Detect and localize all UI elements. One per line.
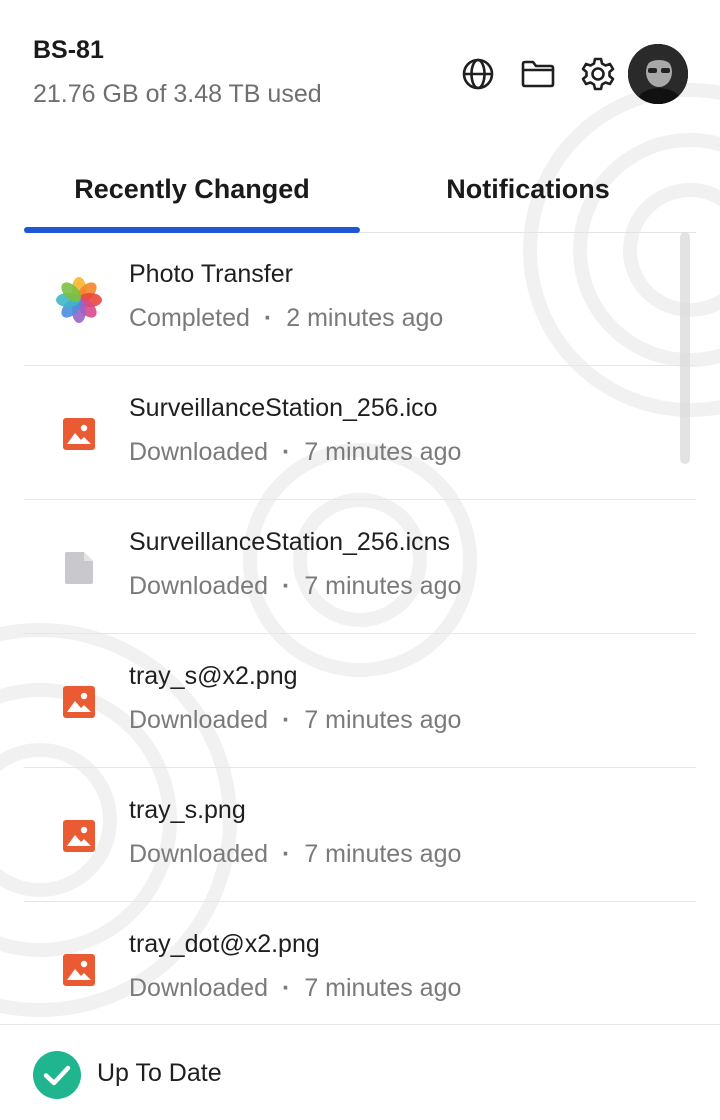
tab-label: Recently Changed (74, 173, 310, 204)
storage-usage: 21.76 GB of 3.48 TB used (33, 80, 322, 108)
item-meta: Downloaded · 7 minutes ago (129, 974, 461, 1003)
item-meta: Downloaded · 7 minutes ago (129, 438, 461, 467)
header: BS-81 21.76 GB of 3.48 TB used (0, 0, 720, 140)
image-file-icon (54, 409, 104, 459)
footer-status-bar: Up To Date (0, 1024, 720, 1120)
list-item[interactable]: tray_s@x2.png Downloaded · 7 minutes ago (24, 634, 696, 768)
list-scrollbar[interactable] (680, 232, 690, 464)
separator-dot: · (282, 974, 291, 1002)
item-time: 7 minutes ago (304, 706, 462, 734)
list-item[interactable]: tray_s.png Downloaded · 7 minutes ago (24, 768, 696, 902)
item-status: Completed (129, 304, 250, 332)
item-meta: Downloaded · 7 minutes ago (129, 840, 461, 869)
photos-app-icon (54, 275, 104, 325)
item-time: 7 minutes ago (304, 438, 462, 466)
item-time: 7 minutes ago (304, 840, 462, 868)
list-item[interactable]: Photo Transfer Completed · 2 minutes ago (24, 232, 696, 366)
globe-icon[interactable] (448, 44, 508, 104)
item-status: Downloaded (129, 438, 268, 466)
recent-changes-list: Photo Transfer Completed · 2 minutes ago S… (24, 232, 696, 1024)
generic-file-icon (54, 543, 104, 593)
item-title: Photo Transfer (129, 260, 293, 288)
item-time: 2 minutes ago (286, 304, 444, 332)
tab-recently-changed[interactable]: Recently Changed (24, 150, 360, 233)
folder-icon[interactable] (508, 44, 568, 104)
check-circle-icon (33, 1051, 81, 1099)
user-avatar[interactable] (628, 44, 688, 104)
image-file-icon (54, 677, 104, 727)
item-status: Downloaded (129, 706, 268, 734)
separator-dot: · (282, 840, 291, 868)
image-file-icon (54, 945, 104, 995)
item-meta: Completed · 2 minutes ago (129, 304, 443, 333)
device-name: BS-81 (33, 36, 104, 64)
item-title: SurveillanceStation_256.icns (129, 528, 451, 556)
item-title: tray_dot@x2.png (129, 930, 320, 958)
gear-icon[interactable] (568, 44, 628, 104)
separator-dot: · (263, 304, 273, 332)
tab-bar: Recently Changed Notifications (24, 150, 696, 233)
image-file-icon (54, 811, 104, 861)
item-time: 7 minutes ago (304, 974, 462, 1002)
header-actions (448, 44, 688, 104)
item-meta: Downloaded · 7 minutes ago (129, 572, 461, 601)
list-item[interactable]: SurveillanceStation_256.ico Downloaded · 7… (24, 366, 696, 500)
tab-notifications[interactable]: Notifications (360, 150, 696, 232)
separator-dot: · (282, 706, 291, 734)
item-status: Downloaded (129, 572, 268, 600)
item-status: Downloaded (129, 974, 268, 1002)
separator-dot: · (282, 438, 291, 466)
item-title: SurveillanceStation_256.ico (129, 394, 438, 422)
tab-label: Notifications (446, 173, 610, 204)
item-status: Downloaded (129, 840, 268, 868)
item-title: tray_s@x2.png (129, 662, 298, 690)
separator-dot: · (282, 572, 291, 600)
sync-panel: BS-81 21.76 GB of 3.48 TB used Recently … (0, 0, 720, 1120)
list-item[interactable]: SurveillanceStation_256.icns Downloaded ·… (24, 500, 696, 634)
sync-status-text: Up To Date (97, 1059, 222, 1087)
item-title: tray_s.png (129, 796, 246, 824)
list-item[interactable]: tray_dot@x2.png Downloaded · 7 minutes ago (24, 902, 696, 1024)
item-time: 7 minutes ago (304, 572, 462, 600)
item-meta: Downloaded · 7 minutes ago (129, 706, 461, 735)
